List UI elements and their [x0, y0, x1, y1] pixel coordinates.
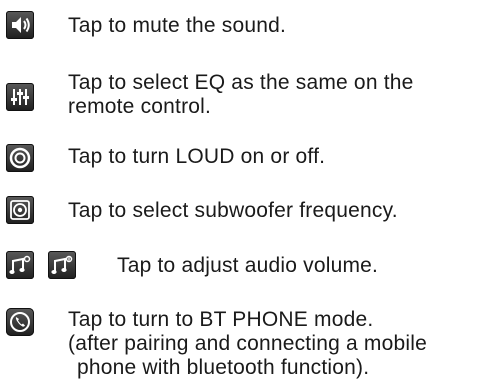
eq-description-line1: Tap to select EQ as the same on the	[68, 71, 414, 94]
speaker-mute-icon[interactable]	[6, 11, 34, 39]
volume-description: Tap to adjust audio volume.	[117, 254, 379, 277]
subwoofer-icon[interactable]	[6, 196, 34, 224]
loud-circle-icon[interactable]	[6, 144, 34, 172]
subwoofer-description: Tap to select subwoofer frequency.	[68, 199, 398, 222]
mute-description: Tap to mute the sound.	[68, 14, 287, 37]
bt-phone-icon[interactable]	[6, 308, 34, 336]
bt-phone-description-line1: Tap to turn to BT PHONE mode.	[68, 308, 374, 331]
eq-sliders-icon[interactable]	[6, 83, 34, 111]
bt-phone-description-line2: (after pairing and connecting a mobile	[68, 332, 427, 355]
loud-description: Tap to turn LOUD on or off.	[68, 145, 326, 168]
bt-phone-description-line3: phone with bluetooth function).	[77, 356, 370, 379]
eq-description-line2: remote control.	[68, 95, 212, 118]
volume-up-icon[interactable]	[48, 251, 76, 279]
volume-down-icon[interactable]	[6, 251, 34, 279]
